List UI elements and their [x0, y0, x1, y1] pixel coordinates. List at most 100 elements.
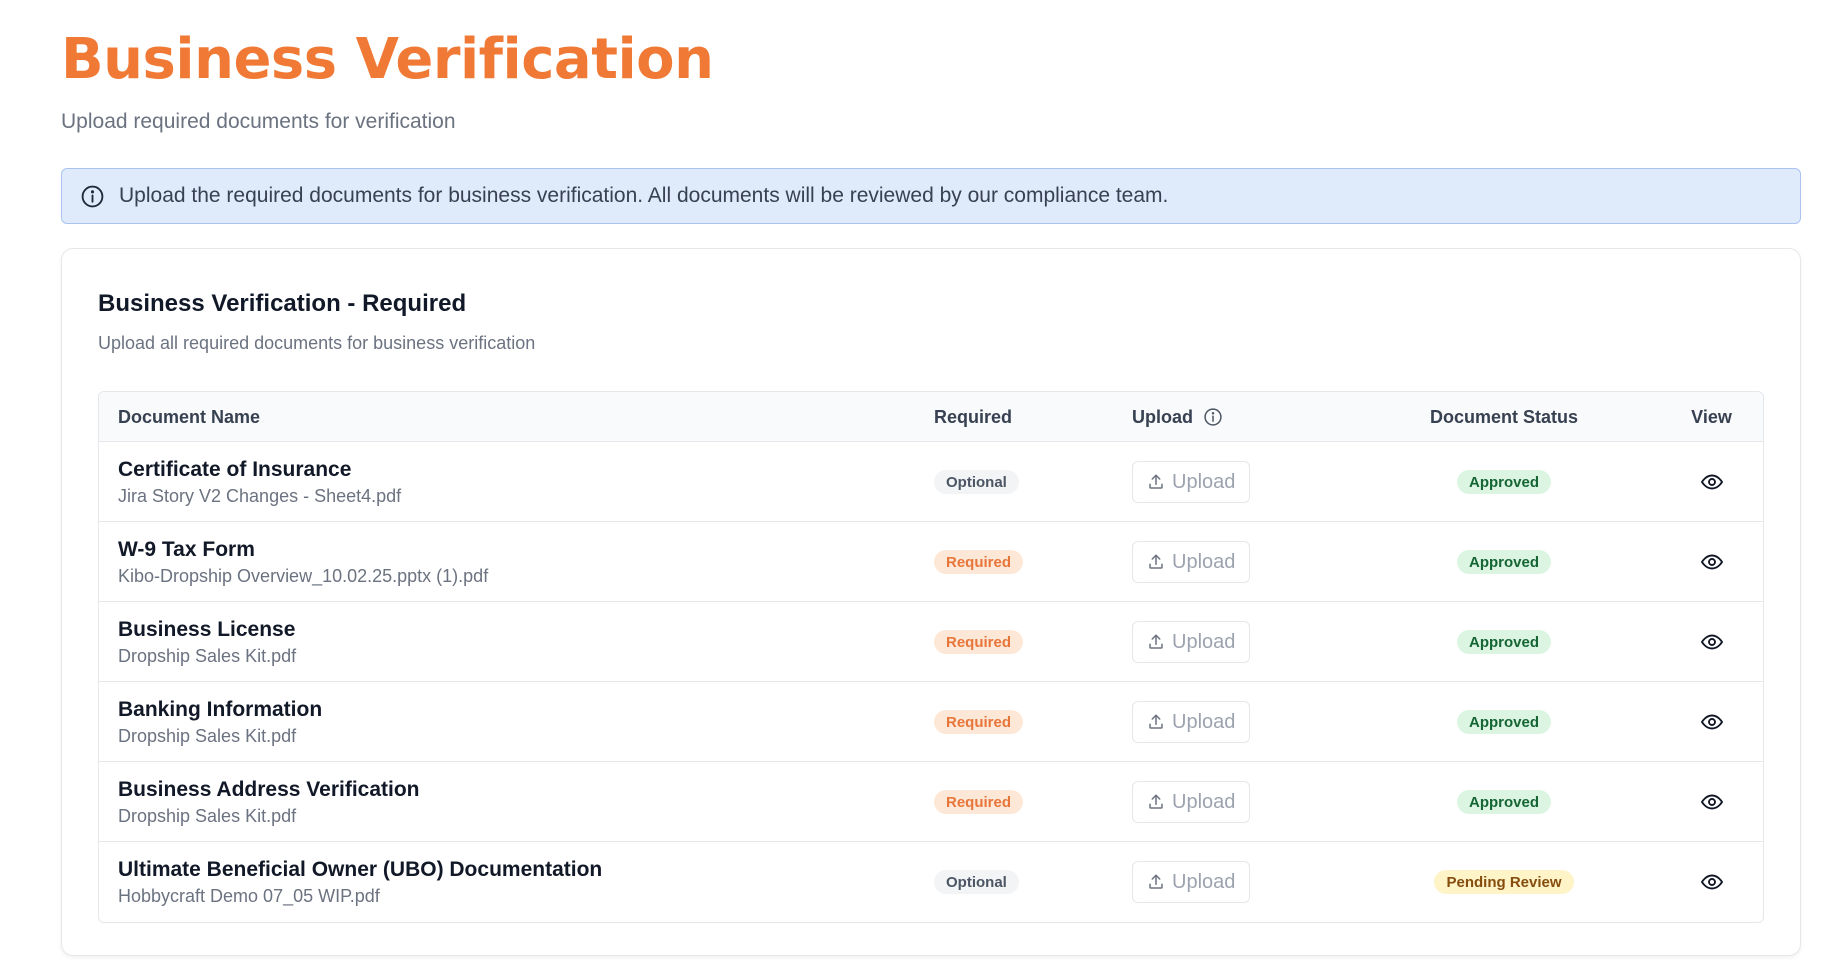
- status-badge: Approved: [1456, 470, 1551, 494]
- status-badge: Approved: [1456, 630, 1551, 654]
- view-cell: [1679, 682, 1744, 762]
- upload-cell: Upload: [1132, 842, 1251, 922]
- upload-icon: [1147, 633, 1165, 651]
- eye-icon[interactable]: [1697, 867, 1727, 897]
- required-badge: Optional: [934, 470, 1019, 494]
- document-file-name: Hobbycraft Demo 07_05 WIP.pdf: [118, 885, 380, 906]
- view-cell: [1679, 442, 1744, 522]
- required-badge: Required: [934, 630, 1024, 654]
- required-cell: Required: [934, 682, 1044, 762]
- upload-cell: Upload: [1132, 682, 1251, 762]
- document-file-name: Dropship Sales Kit.pdf: [118, 805, 297, 826]
- eye-icon[interactable]: [1697, 467, 1727, 497]
- column-header-document-status: Document Status: [1429, 406, 1579, 427]
- upload-button-label: Upload: [1172, 630, 1236, 653]
- upload-cell: Upload: [1132, 602, 1251, 682]
- status-cell: Approved: [1419, 442, 1589, 522]
- upload-button-label: Upload: [1172, 710, 1236, 733]
- required-cell: Optional: [934, 442, 1044, 522]
- view-cell: [1679, 602, 1744, 682]
- upload-button-label: Upload: [1172, 550, 1236, 573]
- upload-icon: [1147, 793, 1165, 811]
- table-row: W-9 Tax Form Kibo-Dropship Overview_10.0…: [99, 522, 1763, 602]
- document-name-cell: Banking Information Dropship Sales Kit.p…: [118, 682, 322, 762]
- document-name: W-9 Tax Form: [118, 537, 255, 561]
- required-badge: Required: [934, 710, 1024, 734]
- upload-cell: Upload: [1132, 762, 1251, 842]
- view-cell: [1679, 762, 1744, 842]
- table-row: Business Address Verification Dropship S…: [99, 762, 1763, 842]
- required-cell: Required: [934, 762, 1044, 842]
- required-badge: Optional: [934, 870, 1019, 894]
- eye-icon[interactable]: [1697, 627, 1727, 657]
- column-header-document-name: Document Name: [118, 406, 261, 427]
- upload-button[interactable]: Upload: [1132, 621, 1251, 663]
- eye-icon[interactable]: [1697, 547, 1727, 577]
- info-icon: [80, 184, 105, 209]
- required-cell: Required: [934, 522, 1044, 602]
- page-subtitle: Upload required documents for verificati…: [61, 110, 456, 133]
- upload-cell: Upload: [1132, 442, 1251, 522]
- document-name-cell: Business License Dropship Sales Kit.pdf: [118, 602, 296, 682]
- eye-icon[interactable]: [1697, 787, 1727, 817]
- column-header-upload-label: Upload: [1132, 406, 1193, 427]
- upload-icon: [1147, 713, 1165, 731]
- upload-button-label: Upload: [1172, 470, 1236, 493]
- required-badge: Required: [934, 550, 1024, 574]
- documents-table: Document Name Required Upload Document S…: [98, 391, 1764, 923]
- status-badge: Approved: [1456, 790, 1551, 814]
- status-cell: Pending Review: [1419, 842, 1589, 922]
- status-badge: Pending Review: [1434, 870, 1574, 894]
- upload-button-label: Upload: [1172, 870, 1236, 893]
- column-header-view: View: [1691, 406, 1732, 427]
- upload-cell: Upload: [1132, 522, 1251, 602]
- view-cell: [1679, 522, 1744, 602]
- table-row: Certificate of Insurance Jira Story V2 C…: [99, 442, 1763, 522]
- document-name: Ultimate Beneficial Owner (UBO) Document…: [118, 857, 603, 881]
- upload-info-icon[interactable]: [1203, 407, 1223, 427]
- document-name-cell: Certificate of Insurance Jira Story V2 C…: [118, 442, 401, 522]
- required-cell: Optional: [934, 842, 1044, 922]
- card-subtitle: Upload all required documents for busine…: [98, 333, 536, 353]
- info-banner: Upload the required documents for busine…: [61, 168, 1801, 224]
- document-name-cell: Business Address Verification Dropship S…: [118, 762, 420, 842]
- document-name: Banking Information: [118, 697, 323, 721]
- document-name: Certificate of Insurance: [118, 457, 352, 481]
- status-badge: Approved: [1456, 710, 1551, 734]
- document-name-cell: Ultimate Beneficial Owner (UBO) Document…: [118, 842, 602, 922]
- table-row: Ultimate Beneficial Owner (UBO) Document…: [99, 842, 1763, 922]
- document-name-cell: W-9 Tax Form Kibo-Dropship Overview_10.0…: [118, 522, 488, 602]
- status-cell: Approved: [1419, 602, 1589, 682]
- upload-button[interactable]: Upload: [1132, 461, 1251, 503]
- eye-icon[interactable]: [1697, 707, 1727, 737]
- document-name: Business License: [118, 617, 296, 641]
- upload-icon: [1147, 473, 1165, 491]
- document-file-name: Dropship Sales Kit.pdf: [118, 645, 297, 666]
- page-title: Business Verification: [61, 27, 714, 92]
- column-header-upload: Upload: [1132, 392, 1223, 442]
- info-banner-text: Upload the required documents for busine…: [119, 184, 1169, 207]
- upload-button[interactable]: Upload: [1132, 781, 1251, 823]
- view-cell: [1679, 842, 1744, 922]
- upload-icon: [1147, 553, 1165, 571]
- upload-button-label: Upload: [1172, 790, 1236, 813]
- table-row: Banking Information Dropship Sales Kit.p…: [99, 682, 1763, 762]
- status-cell: Approved: [1419, 762, 1589, 842]
- column-header-required: Required: [934, 406, 1013, 427]
- upload-button[interactable]: Upload: [1132, 541, 1251, 583]
- status-cell: Approved: [1419, 522, 1589, 602]
- document-file-name: Kibo-Dropship Overview_10.02.25.pptx (1)…: [118, 565, 489, 586]
- status-cell: Approved: [1419, 682, 1589, 762]
- status-badge: Approved: [1456, 550, 1551, 574]
- upload-button[interactable]: Upload: [1132, 701, 1251, 743]
- card-title: Business Verification - Required: [98, 290, 467, 317]
- table-body: Certificate of Insurance Jira Story V2 C…: [99, 442, 1763, 922]
- document-name: Business Address Verification: [118, 777, 420, 801]
- table-row: Business License Dropship Sales Kit.pdf …: [99, 602, 1763, 682]
- document-file-name: Jira Story V2 Changes - Sheet4.pdf: [118, 485, 402, 506]
- required-badge: Required: [934, 790, 1024, 814]
- required-cell: Required: [934, 602, 1044, 682]
- document-file-name: Dropship Sales Kit.pdf: [118, 725, 297, 746]
- upload-icon: [1147, 873, 1165, 891]
- upload-button[interactable]: Upload: [1132, 861, 1251, 903]
